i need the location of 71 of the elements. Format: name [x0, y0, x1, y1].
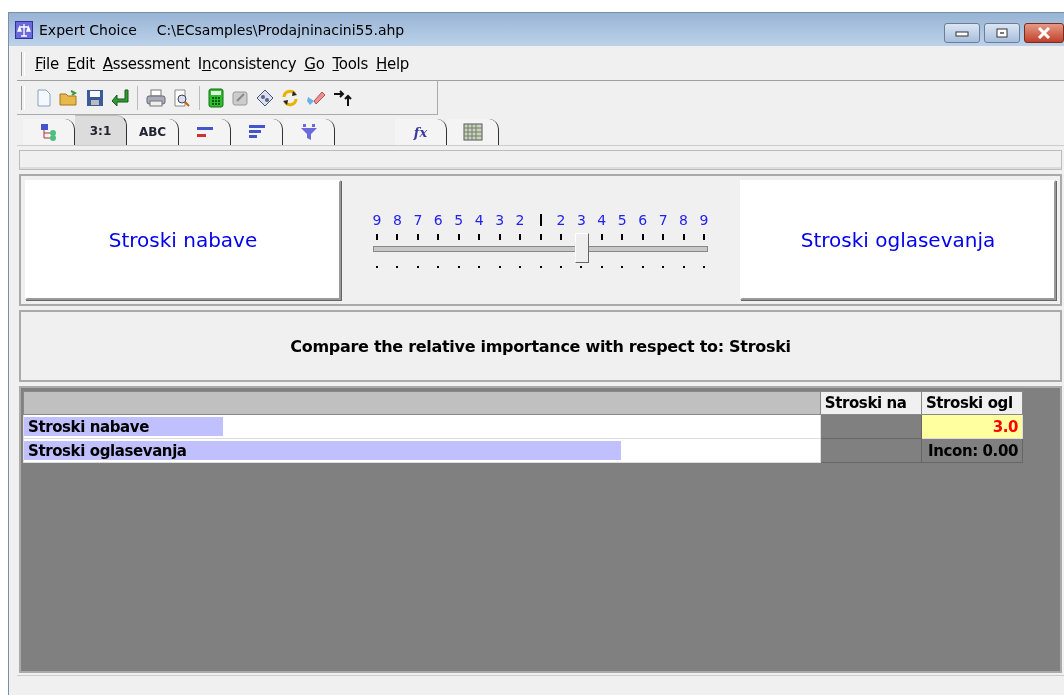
bar-chart-icon	[247, 124, 266, 140]
right-element-name: Stroski oglasevanja	[800, 228, 996, 252]
grid-icon	[462, 123, 483, 141]
diamond-icon	[256, 88, 274, 107]
hierarchy-icon	[39, 123, 58, 141]
view-tab[interactable]: fx	[395, 119, 447, 145]
scale-number: 8	[391, 212, 403, 228]
view-tab[interactable]	[23, 119, 75, 145]
refresh-icon	[281, 88, 299, 107]
page-icon	[36, 88, 52, 107]
view-tab[interactable]	[231, 119, 283, 145]
document-pencil-icon	[231, 88, 249, 107]
close-icon	[1037, 27, 1051, 39]
scale-number: 6	[432, 212, 444, 228]
scale-number: 9	[698, 212, 710, 228]
scale-number: 7	[657, 212, 669, 228]
bars-icon	[195, 125, 214, 139]
calculator-icon	[208, 87, 224, 108]
magnifier-page-icon	[173, 88, 191, 107]
calculator-button[interactable]	[206, 87, 226, 108]
view-tab[interactable]	[179, 119, 231, 145]
return-arrow-icon	[111, 88, 129, 107]
menu-item[interactable]: Edit	[62, 55, 99, 73]
scale-number: 3	[494, 212, 506, 228]
print-button[interactable]	[144, 88, 168, 107]
row-name: Stroski nabave	[27, 417, 149, 436]
column-header: Stroski na	[820, 391, 922, 415]
minimize-button[interactable]	[944, 23, 980, 43]
scale-number: 5	[453, 212, 465, 228]
menu-item[interactable]: Go	[300, 55, 329, 73]
maximize-icon	[995, 28, 1009, 38]
slider-thumb[interactable]	[575, 233, 590, 263]
arrows-icon	[333, 88, 353, 107]
menu-item[interactable]: Assessment	[98, 55, 194, 73]
window-title: Expert Choice	[39, 21, 137, 38]
matrix-cell[interactable]: 3.0	[921, 414, 1023, 439]
model-button[interactable]	[254, 88, 276, 107]
file-path: C:\ECsamples\Prodajninacini55.ahp	[156, 21, 405, 38]
menu-item[interactable]: File	[31, 55, 63, 73]
return-button[interactable]	[109, 88, 131, 107]
printer-icon	[146, 88, 166, 107]
scale-number: 2	[555, 212, 567, 228]
scale-number: 8	[678, 212, 689, 228]
scales-icon	[15, 20, 33, 39]
column-header: Stroski ogl	[921, 391, 1023, 415]
menu-item[interactable]: Inconsistency	[193, 55, 301, 73]
view-tab[interactable]	[283, 119, 335, 145]
save-button[interactable]	[84, 88, 106, 107]
minimize-icon	[955, 29, 969, 37]
scale-number: 6	[637, 212, 649, 228]
equal-mark	[539, 214, 542, 226]
menu-item[interactable]: Tools	[328, 55, 372, 73]
left-element-name: Stroski nabave	[108, 228, 258, 252]
view-tab[interactable]	[447, 119, 499, 145]
view-tab[interactable]: ABC	[127, 119, 179, 145]
folder-icon	[59, 88, 79, 107]
scale-number: 9	[371, 212, 383, 228]
close-button[interactable]	[1024, 23, 1064, 43]
scale-number: 4	[596, 212, 608, 228]
scale-number: 5	[616, 212, 628, 228]
row-name: Stroski oglasevanja	[27, 441, 187, 460]
funnel-icon	[299, 123, 318, 141]
maximize-button[interactable]	[984, 23, 1020, 43]
scale-number: 7	[412, 212, 424, 228]
menu-item[interactable]: Help	[372, 55, 413, 73]
view-tab[interactable]: 3:1	[75, 115, 127, 145]
question-text: Compare the relative importance with respect to: Stroski	[290, 336, 791, 356]
scale-number: 3	[575, 212, 587, 228]
scale-number: 2	[514, 212, 526, 228]
matrix-cell: Incon: 0.00	[921, 438, 1023, 463]
scale-number: 4	[473, 212, 485, 228]
